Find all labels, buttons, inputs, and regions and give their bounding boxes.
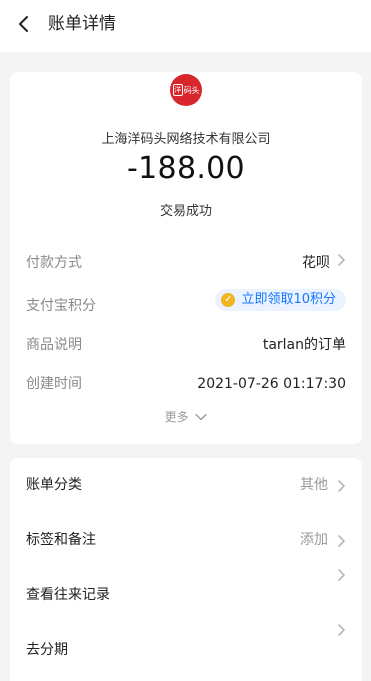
alipay-points-value-group: ✓ 立即领取10积分 [215, 289, 346, 311]
transaction-amount: -188.00 [127, 151, 245, 186]
bill-actions-card: 账单分类 其他 标签和备注 添加 查看往来记录 去分期 [10, 458, 362, 681]
tags-notes-label: 标签和备注 [26, 532, 96, 548]
claim-points-label: 立即领取10积分 [241, 292, 336, 307]
payment-method-value: 花呗 [302, 255, 330, 271]
created-time-value: 2021-07-26 01:17:30 [197, 376, 346, 392]
alipay-points-row: 支付宝积分 ✓ 立即领取10积分 [10, 289, 362, 323]
product-description-value: tarlan的订单 [262, 337, 346, 353]
back-button[interactable] [10, 10, 38, 38]
bill-category-value: 其他 [300, 477, 328, 493]
chevron-down-icon [195, 413, 208, 421]
created-time-label: 创建时间 [26, 376, 82, 392]
product-description-label: 商品说明 [26, 337, 82, 353]
payment-method-row[interactable]: 付款方式 花呗 [10, 246, 362, 280]
points-coin-icon: ✓ [221, 293, 236, 307]
installment-label: 去分期 [26, 642, 68, 658]
page-title: 账单详情 [48, 14, 116, 34]
tags-notes-value: 添加 [300, 532, 328, 548]
bill-category-label: 账单分类 [26, 477, 82, 493]
installment-value-group [336, 623, 346, 637]
created-time-row: 创建时间 2021-07-26 01:17:30 [10, 367, 362, 401]
chevron-right-icon [338, 569, 345, 581]
chevron-right-icon [338, 534, 345, 547]
tags-notes-row[interactable]: 标签和备注 添加 [10, 513, 362, 568]
payment-method-value-group: 花呗 [302, 246, 346, 280]
back-chevron-icon [19, 16, 28, 32]
bill-detail-card: 洋 码头 上海洋码头网络技术有限公司 -188.00 交易成功 付款方式 花呗 … [10, 72, 362, 444]
chevron-right-icon [338, 479, 345, 492]
more-toggle[interactable]: 更多 [10, 408, 362, 425]
claim-points-button[interactable]: ✓ 立即领取10积分 [215, 289, 346, 311]
transaction-status: 交易成功 [159, 204, 212, 219]
view-history-value-group [336, 568, 346, 582]
tags-notes-value-group: 添加 [300, 513, 346, 568]
chevron-right-icon [336, 246, 346, 280]
bill-category-value-group: 其他 [300, 458, 346, 513]
view-history-row[interactable]: 查看往来记录 [10, 568, 362, 623]
merchant-logo: 洋 码头 [170, 74, 202, 106]
merchant-name: 上海洋码头网络技术有限公司 [101, 132, 271, 147]
view-history-label: 查看往来记录 [26, 587, 110, 603]
installment-row[interactable]: 去分期 [10, 623, 362, 678]
top-nav-bar: 账单详情 [0, 0, 371, 52]
alipay-points-label: 支付宝积分 [26, 298, 96, 314]
merchant-logo-text: 码头 [183, 85, 200, 95]
bill-category-row[interactable]: 账单分类 其他 [10, 458, 362, 513]
payment-method-label: 付款方式 [26, 255, 82, 271]
chevron-right-icon [338, 624, 345, 636]
merchant-logo-mark: 洋 [172, 84, 183, 96]
product-description-row: 商品说明 tarlan的订单 [10, 328, 362, 362]
more-label: 更多 [164, 410, 189, 424]
